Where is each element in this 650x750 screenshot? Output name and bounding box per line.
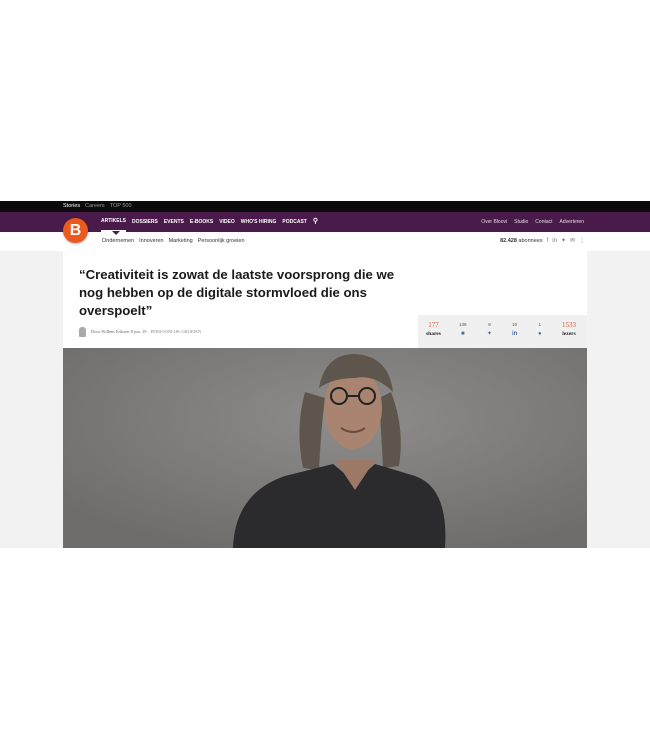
- nav-over-bloovi[interactable]: Over Bloovi: [481, 212, 507, 232]
- more-icon[interactable]: ⋮: [579, 232, 585, 251]
- messenger-share-icon[interactable]: ●: [538, 329, 542, 339]
- twitter-count: 8: [488, 322, 491, 327]
- subscriber-count: 82.428: [500, 238, 517, 244]
- share-panel: 177 shares 138 ■ 8 ✦ 10 in 1 ● 1533 leze…: [418, 315, 587, 348]
- article-date: 8 jun. 19: [130, 329, 147, 334]
- nav-artikels[interactable]: ARTIKELS: [101, 212, 126, 232]
- nav-whos-hiring[interactable]: WHO'S HIRING: [241, 212, 277, 232]
- messenger-count: 1: [538, 322, 542, 327]
- portrait-illustration: [63, 348, 587, 548]
- main-nav: ARTIKELS DOSSIERS EVENTS E-BOOKS VIDEO W…: [0, 212, 650, 232]
- subscriber-label: abonnees: [518, 238, 543, 244]
- top-bar: Stories Careers TOP 500: [0, 201, 650, 212]
- bloovi-logo[interactable]: B: [63, 218, 88, 243]
- nav-contact[interactable]: Contact: [535, 212, 552, 232]
- nav-video[interactable]: VIDEO: [219, 212, 235, 232]
- facebook-share-icon[interactable]: ■: [459, 329, 467, 339]
- nav-studio[interactable]: Studio: [514, 212, 528, 232]
- top-link-stories[interactable]: Stories: [63, 202, 80, 211]
- facebook-count: 138: [459, 322, 467, 327]
- search-icon[interactable]: ⚲: [313, 212, 318, 232]
- cat-ondernemen[interactable]: Ondernemen: [102, 232, 134, 251]
- twitter-share-icon[interactable]: ✦: [487, 329, 492, 339]
- linkedin-icon[interactable]: in: [552, 232, 557, 251]
- linkedin-count: 10: [512, 322, 518, 327]
- facebook-icon[interactable]: f: [547, 232, 549, 251]
- nav-ebooks[interactable]: E-BOOKS: [190, 212, 213, 232]
- cat-persoonlijk-groeien[interactable]: Persoonlijk groeien: [198, 232, 245, 251]
- author-avatar: [79, 327, 86, 337]
- readers-count: 1533: [562, 321, 576, 329]
- linkedin-share-icon[interactable]: in: [512, 329, 517, 339]
- article-title: “Creativiteit is zowat de laatste voorsp…: [79, 267, 395, 318]
- article-category[interactable]: PERSOONLIJK GROEIEN: [151, 329, 202, 334]
- nav-dossiers[interactable]: DOSSIERS: [132, 212, 158, 232]
- nav-adverteren[interactable]: Adverteren: [560, 212, 584, 232]
- top-link-careers[interactable]: Careers: [85, 202, 105, 211]
- twitter-icon[interactable]: ✦: [561, 232, 566, 251]
- subscribers: 82.428 abonnees f in ✦ ✉ ⋮: [500, 232, 585, 251]
- shares-label: shares: [426, 331, 441, 337]
- mail-icon[interactable]: ✉: [570, 232, 575, 251]
- nav-podcast[interactable]: PODCAST: [282, 212, 306, 232]
- readers-label: lezers: [562, 331, 576, 337]
- author-name[interactable]: Door Willem Eriksen: [91, 329, 129, 334]
- top-link-top500[interactable]: TOP 500: [110, 202, 132, 211]
- hero-photo: [63, 348, 587, 548]
- article-card: “Creativiteit is zowat de laatste voorsp…: [63, 251, 587, 548]
- nav-events[interactable]: EVENTS: [164, 212, 184, 232]
- sub-nav: Ondernemen Innoveren Marketing Persoonli…: [0, 231, 650, 252]
- cat-marketing[interactable]: Marketing: [169, 232, 193, 251]
- total-shares: 177: [428, 321, 439, 329]
- top-links: Stories Careers TOP 500: [63, 202, 132, 211]
- article-meta: Door Willem Eriksen 8 jun. 19 PERSOONLIJ…: [91, 328, 201, 336]
- cat-innoveren[interactable]: Innoveren: [139, 232, 163, 251]
